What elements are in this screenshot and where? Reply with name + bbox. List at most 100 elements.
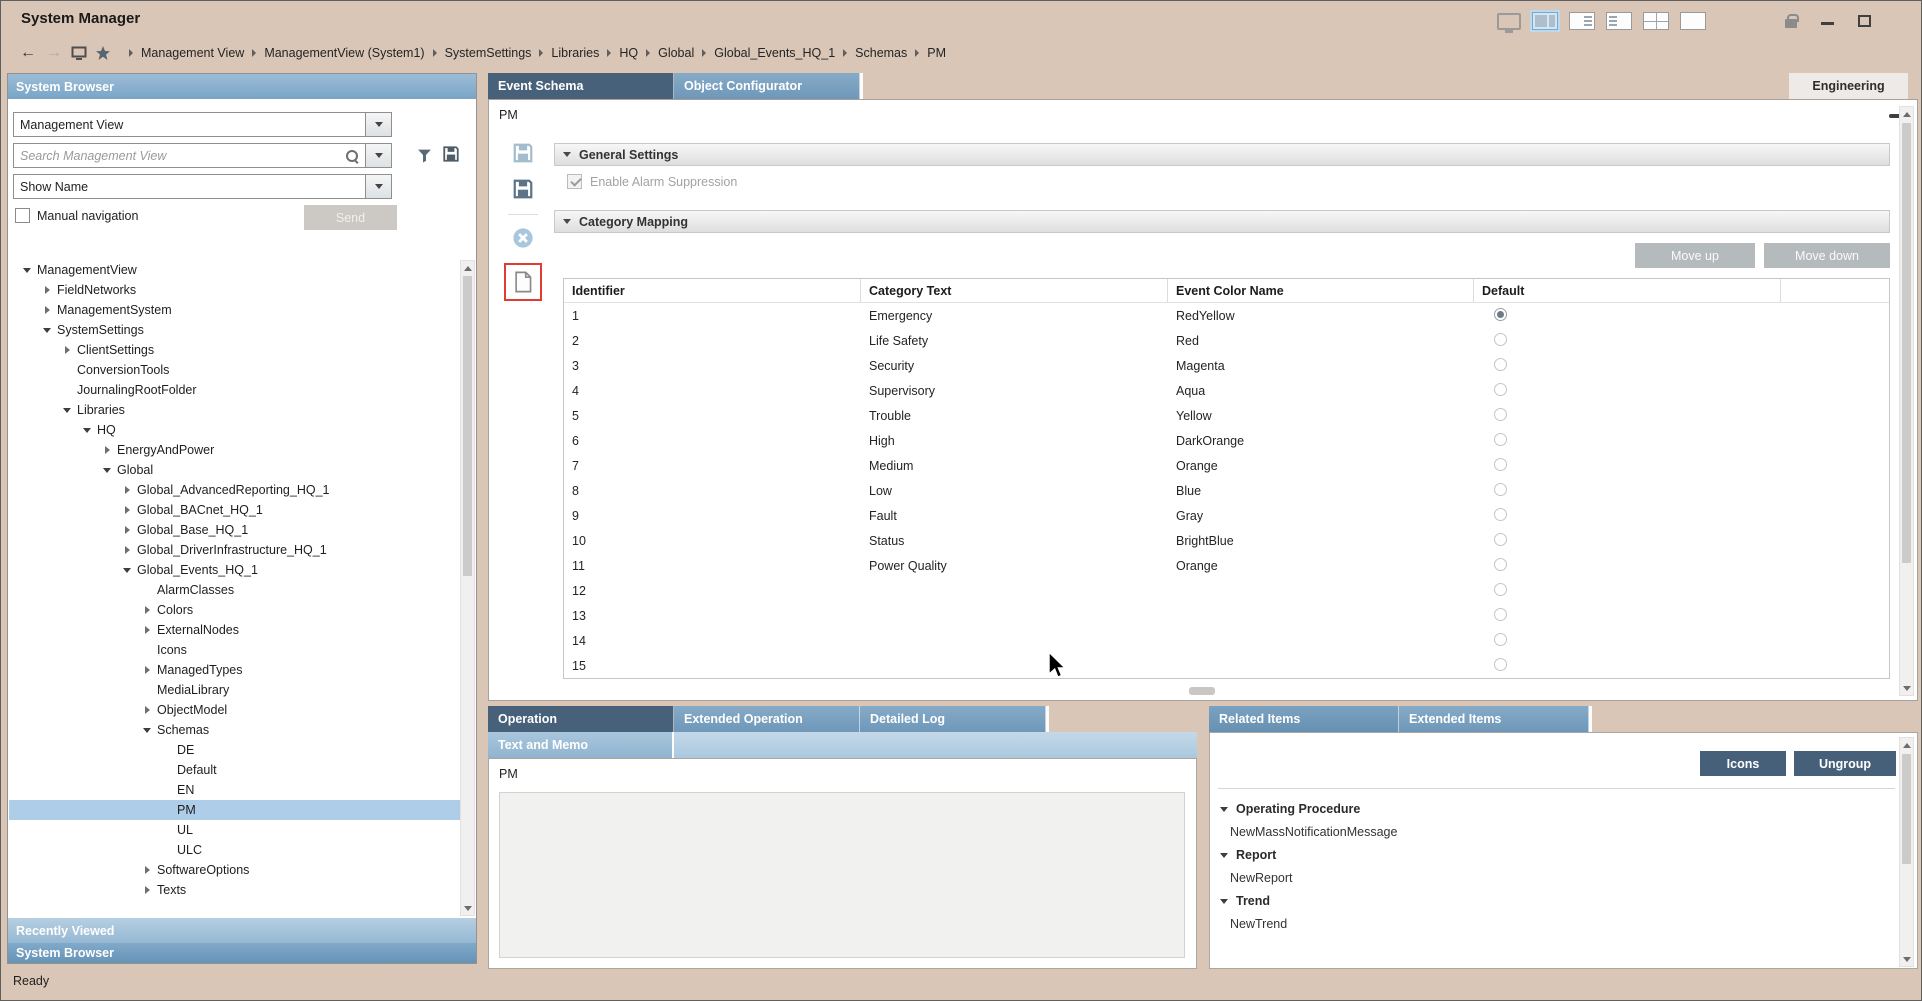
related-group-header[interactable]: Report [1210, 843, 1895, 867]
table-row[interactable]: 8 Low Blue [564, 478, 1889, 503]
tree-item[interactable]: Default [9, 760, 461, 780]
tree-expander-icon[interactable] [39, 328, 55, 333]
table-row[interactable]: 6 High DarkOrange [564, 428, 1889, 453]
search-field[interactable] [13, 143, 366, 168]
icons-button[interactable]: Icons [1700, 751, 1786, 776]
splitter-handle[interactable] [1189, 687, 1215, 695]
tree-item[interactable]: Texts [9, 880, 461, 900]
tree-item[interactable]: JournalingRootFolder [9, 380, 461, 400]
tree-item[interactable]: ULC [9, 840, 461, 860]
view-selector-value[interactable]: Management View [13, 112, 366, 137]
tree-expander-icon[interactable] [139, 706, 155, 714]
breadcrumb-item-label[interactable]: PM [927, 46, 946, 60]
monitor-icon[interactable] [1497, 13, 1521, 30]
table-row[interactable]: 11 Power Quality Orange [564, 553, 1889, 578]
display-mode-dropdown-button[interactable] [366, 174, 392, 199]
tree-expander-icon[interactable] [79, 428, 95, 433]
tree-item[interactable]: PM [9, 800, 461, 820]
default-radio[interactable] [1494, 583, 1507, 596]
default-radio[interactable] [1494, 658, 1507, 671]
table-row[interactable]: 7 Medium Orange [564, 453, 1889, 478]
scroll-up-icon[interactable] [1900, 107, 1913, 121]
breadcrumb-item[interactable]: Schemas [835, 46, 907, 60]
table-row[interactable]: 3 Security Magenta [564, 353, 1889, 378]
tree-expander-icon[interactable] [139, 728, 155, 733]
table-row[interactable]: 1 Emergency RedYellow [564, 303, 1889, 328]
tab[interactable]: Detailed Log [860, 706, 1046, 732]
table-row[interactable]: 9 Fault Gray [564, 503, 1889, 528]
scroll-up-icon[interactable] [1900, 738, 1913, 752]
general-settings-header[interactable]: General Settings [554, 143, 1890, 166]
tree-item[interactable]: DE [9, 740, 461, 760]
display-icon[interactable] [67, 42, 91, 64]
scrollbar-thumb[interactable] [1902, 123, 1911, 563]
tree-item[interactable]: EN [9, 780, 461, 800]
tree-item[interactable]: Global_AdvancedReporting_HQ_1 [9, 480, 461, 500]
breadcrumb-item-label[interactable]: ManagementView (System1) [264, 46, 424, 60]
tree-expander-icon[interactable] [119, 486, 135, 494]
default-radio[interactable] [1494, 558, 1507, 571]
tree-expander-icon[interactable] [119, 568, 135, 573]
default-radio[interactable] [1494, 458, 1507, 471]
tree-item[interactable]: Global_Base_HQ_1 [9, 520, 461, 540]
breadcrumb-item[interactable]: Management View [121, 46, 244, 60]
column-header-default[interactable]: Default [1474, 279, 1781, 302]
main-scrollbar[interactable] [1899, 106, 1914, 696]
breadcrumb-item-label[interactable]: Schemas [855, 46, 907, 60]
breadcrumb-item-label[interactable]: HQ [619, 46, 638, 60]
tree-expander-icon[interactable] [119, 506, 135, 514]
layout-single-icon[interactable] [1680, 12, 1706, 30]
lock-icon[interactable] [1785, 19, 1797, 28]
breadcrumb-item[interactable]: SystemSettings [425, 46, 532, 60]
import-document-button[interactable] [510, 269, 536, 295]
favorites-star-icon[interactable] [91, 42, 115, 64]
section-collapse-icon[interactable] [563, 219, 571, 224]
memo-textarea[interactable] [499, 792, 1185, 958]
search-input[interactable] [14, 149, 344, 163]
tab[interactable]: Related Items [1209, 706, 1399, 732]
breadcrumb-item[interactable]: ManagementView (System1) [244, 46, 424, 60]
collapse-triangle-icon[interactable] [1220, 899, 1228, 904]
table-row[interactable]: 5 Trouble Yellow [564, 403, 1889, 428]
tab-text-and-memo[interactable]: Text and Memo [488, 732, 674, 758]
tab[interactable]: Extended Items [1399, 706, 1589, 732]
send-button[interactable]: Send [304, 205, 397, 230]
default-radio[interactable] [1494, 333, 1507, 346]
tree-item[interactable]: ExternalNodes [9, 620, 461, 640]
collapse-triangle-icon[interactable] [1220, 807, 1228, 812]
related-group-header[interactable]: Trend [1210, 889, 1895, 913]
tree-expander-icon[interactable] [59, 346, 75, 354]
tree-expander-icon[interactable] [119, 526, 135, 534]
tree-item[interactable]: Icons [9, 640, 461, 660]
tree-scrollbar[interactable] [460, 260, 475, 916]
related-scrollbar[interactable] [1899, 737, 1914, 967]
display-mode-selector[interactable]: Show Name [13, 174, 392, 199]
default-radio[interactable] [1494, 383, 1507, 396]
tree-item[interactable]: ClientSettings [9, 340, 461, 360]
scrollbar-thumb[interactable] [463, 276, 472, 576]
scroll-down-icon[interactable] [1900, 952, 1913, 966]
save-as-button[interactable] [510, 176, 536, 202]
restore-button[interactable] [1858, 15, 1871, 27]
tree-item[interactable]: ObjectModel [9, 700, 461, 720]
column-header-category-text[interactable]: Category Text [861, 279, 1168, 302]
tree-item[interactable]: Global [9, 460, 461, 480]
tree-item[interactable]: Schemas [9, 720, 461, 740]
breadcrumb-item-label[interactable]: SystemSettings [445, 46, 532, 60]
scrollbar-thumb[interactable] [1902, 754, 1911, 864]
table-row[interactable]: 13 [564, 603, 1889, 628]
layout-quad-icon[interactable] [1643, 12, 1669, 30]
layout-list-left-icon[interactable] [1606, 12, 1632, 30]
view-selector-dropdown-button[interactable] [366, 112, 392, 137]
category-mapping-header[interactable]: Category Mapping [554, 210, 1890, 233]
forward-button[interactable]: → [41, 42, 67, 64]
tree-item[interactable]: ManagementSystem [9, 300, 461, 320]
tree-item[interactable]: ManagedTypes [9, 660, 461, 680]
tree-expander-icon[interactable] [139, 606, 155, 614]
breadcrumb-item-label[interactable]: Global [658, 46, 694, 60]
related-item[interactable]: NewTrend [1210, 913, 1895, 935]
scroll-down-icon[interactable] [1900, 681, 1913, 695]
default-radio[interactable] [1494, 408, 1507, 421]
tree-item[interactable]: EnergyAndPower [9, 440, 461, 460]
tab[interactable]: Object Configurator [674, 73, 860, 99]
